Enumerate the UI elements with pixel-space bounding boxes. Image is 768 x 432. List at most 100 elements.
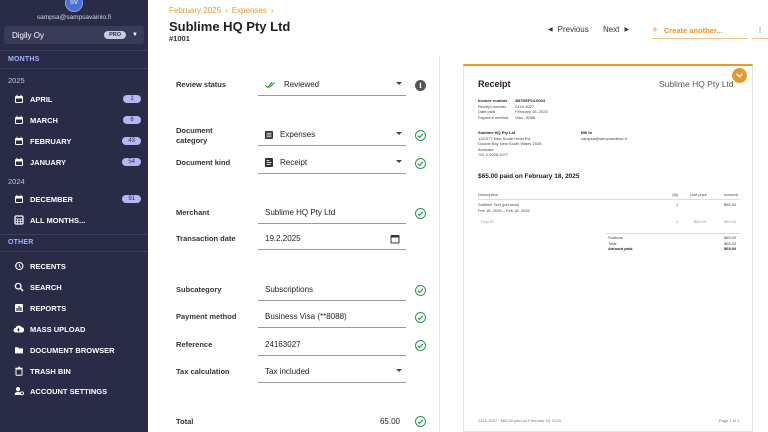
document-number: #1001 [169,34,190,43]
sidebar-item-label: MARCH [30,115,58,125]
tax-calculation-value: Tax included [265,367,310,376]
subcategory-input[interactable]: Subscriptions [258,279,406,301]
meta-key: Invoice number [478,98,508,103]
subitem-description: First ID [481,219,494,224]
sidebar-item-label: REPORTS [30,303,67,313]
sidebar-item-label: FEBRUARY [30,136,72,146]
document-category-select[interactable]: Expenses [258,124,406,146]
transaction-date-input[interactable]: 19.2.2025 [258,228,406,250]
bill-to-email: sampsa@sampsavainio.fi [581,135,627,141]
user-email: sampsa@sampsavainio.fi [36,14,112,21]
sidebar-item-search[interactable]: SEARCH [13,280,141,294]
receipt-title: Receipt [478,79,511,89]
next-button[interactable]: Next ▶ [603,25,629,34]
calendar-icon [13,157,24,168]
chevron-right-icon: › [225,6,228,15]
divider [0,68,148,69]
dropdown-arrow-icon [396,160,402,163]
count-badge: 54 [122,158,141,166]
caret-right-icon: ▶ [624,27,630,33]
sidebar-item-label: APRIL [30,94,53,104]
total-value: 65.00 [379,417,400,426]
caret-left-icon: ◀ [548,27,553,33]
calendar-picker-icon[interactable] [390,234,400,246]
sidebar: SV sampsa@sampsavainio.fi Digily Oy PRO … [0,0,148,432]
valid-check-icon [415,130,426,141]
receipt-paid-line: $65.00 paid on February 18, 2025 [478,173,580,180]
plan-badge: PRO [104,31,127,39]
create-another-button[interactable]: + Create another... [652,23,748,39]
sidebar-item-all-months[interactable]: ALL MONTHS... [13,213,141,227]
sidebar-item-document-browser[interactable]: DOCUMENT BROWSER [13,343,141,357]
info-icon[interactable]: i [415,80,426,91]
sidebar-item-label: ACCOUNT SETTINGS [30,386,108,396]
sidebar-item-april[interactable]: APRIL 1 [13,92,141,106]
tax-calculation-label: Tax calculation [176,367,230,376]
avatar-initials: SV [69,0,78,6]
line-item-amount: $65.00 [724,202,737,207]
payment-method-input[interactable]: Business Visa (**8088) [258,306,406,328]
sidebar-item-account-settings[interactable]: ACCOUNT SETTINGS [13,384,141,398]
calendar-icon [13,94,24,105]
next-label: Next [603,25,620,34]
transaction-date-value: 19.2.2025 [265,234,301,243]
receipt-meta-values: 4B7DEF04-0004 2416-3027 February 18, 202… [515,98,548,120]
divider [0,234,148,235]
sidebar-item-trash-bin[interactable]: TRASH BIN [13,364,141,378]
receipt-company: Sublime HQ Pty Ltd [659,79,734,89]
breadcrumb-month-link[interactable]: February 2025 [169,6,221,15]
valid-check-icon [415,208,426,219]
document-kind-label: Document kind [176,158,231,167]
organization-selector[interactable]: Digily Oy PRO ▼ [4,26,144,44]
document-category-value: Expenses [280,130,316,139]
more-menu-button[interactable]: ⁝ [752,23,768,39]
other-section-title: OTHER [8,239,34,246]
sidebar-item-recents[interactable]: RECENTS [13,259,141,273]
user-settings-icon [13,386,24,397]
summary-value: $65.00 [724,246,737,251]
review-status-select[interactable]: Reviewed [258,74,406,96]
receipt-footer-left: 2416-3027 · $65.00 paid on February 18, … [478,418,561,423]
sidebar-item-label: JANUARY [30,157,66,167]
sidebar-item-reports[interactable]: REPORTS [13,301,141,315]
divider [0,50,148,51]
item-period: Feb 18, 2025 – Feb 18, 2026 [478,207,530,213]
year-label-2024: 2024 [8,177,25,186]
double-check-icon [265,81,277,89]
receipt-footer-page: Page 1 of 1 [719,418,740,423]
history-icon [13,261,24,272]
sidebar-item-mass-upload[interactable]: MASS UPLOAD [13,322,141,336]
dropdown-arrow-icon [396,369,402,372]
meta-key: Receipt number [478,103,507,109]
valid-check-icon [415,416,426,427]
sidebar-item-label: DOCUMENT BROWSER [30,345,115,355]
document-kind-select[interactable]: Receipt [258,152,406,174]
previous-button[interactable]: ◀ Previous [548,25,589,34]
valid-check-icon [415,158,426,169]
trash-icon [13,366,24,377]
sidebar-item-january[interactable]: JANUARY 54 [13,155,141,169]
count-badge: 43 [122,137,141,145]
bill-to-title: Bill to [581,130,593,135]
sidebar-item-march[interactable]: MARCH 6 [13,113,141,127]
receipt-bill-to: Bill to sampsa@sampsavainio.fi [581,130,627,141]
payment-method-label: Payment method [176,312,237,321]
months-section-title: MONTHS [8,56,40,63]
preview-options-button[interactable] [732,68,747,83]
list-icon [265,130,273,139]
avatar[interactable]: SV [65,0,83,12]
table-head-unit-price: Unit price [690,192,707,197]
line-item-description: Sublime Text (per seat) Feb 18, 2025 – F… [478,202,530,213]
subitem-unit-price: $65.00 [694,219,707,224]
sidebar-item-label: MASS UPLOAD [30,324,86,334]
breadcrumb-expenses-link[interactable]: Expenses [232,6,267,15]
sidebar-item-label: DECEMBER [30,194,73,204]
sidebar-item-december[interactable]: DECEMBER 91 [13,192,141,206]
tax-calculation-select[interactable]: Tax included [258,361,406,383]
search-icon [13,282,24,293]
merchant-input[interactable]: Sublime HQ Pty Ltd [258,202,406,224]
chart-icon [13,303,24,314]
sidebar-item-february[interactable]: FEBRUARY 43 [13,134,141,148]
reference-input[interactable]: 24163027 [258,334,406,356]
plus-icon: + [652,25,658,36]
